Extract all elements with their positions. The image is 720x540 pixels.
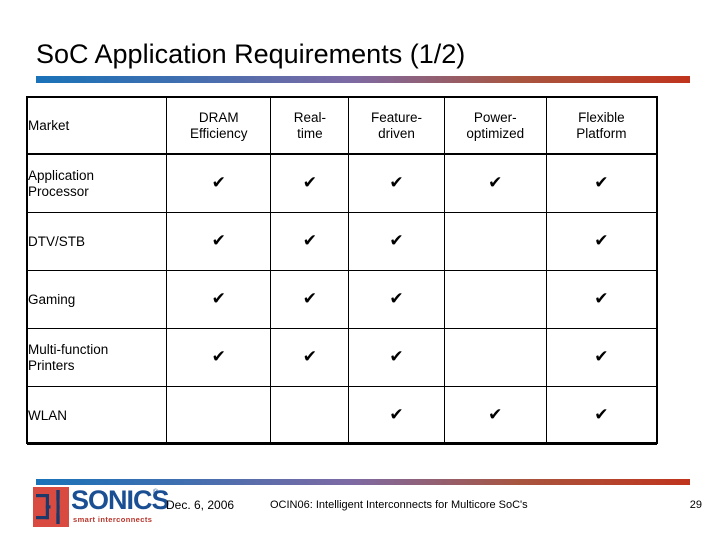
table-row: Application Processor ✔ ✔ ✔ ✔ ✔ <box>26 154 658 213</box>
footer-page-number: 29 <box>689 499 702 511</box>
check-icon: ✔ <box>594 231 609 251</box>
sonics-logo: SONICS ® smart interconnects <box>33 486 170 529</box>
check-icon: ✔ <box>594 173 609 193</box>
column-header-dram-efficiency-line1: DRAM <box>198 110 239 125</box>
row-label-gaming: Gaming <box>26 270 168 329</box>
check-icon: ✔ <box>211 231 226 251</box>
row-label-dtv-stb: DTV/STB <box>26 212 168 271</box>
registered-trademark-icon: ® <box>153 489 159 496</box>
check-icon: ✔ <box>302 289 318 309</box>
row-label-application-processor: Application Processor <box>26 154 168 213</box>
cell-multi-function-printers-real-time: ✔ <box>270 328 350 387</box>
cell-wlan-real-time <box>270 386 350 445</box>
table-header-row: Market DRAM Efficiency Real- time Featur… <box>26 97 658 155</box>
row-label-line2: Printers <box>28 357 75 373</box>
column-header-real-time: Real- time <box>270 97 350 155</box>
cell-dtv-stb-dram-efficiency: ✔ <box>166 212 272 271</box>
check-icon: ✔ <box>389 289 404 309</box>
row-label-line2: Processor <box>28 183 89 199</box>
row-label-line1: WLAN <box>28 407 68 423</box>
table-row: WLAN ✔ ✔ ✔ <box>26 386 658 445</box>
cell-dtv-stb-real-time: ✔ <box>270 212 350 271</box>
column-header-power-optimized-line1: Power- <box>473 110 517 125</box>
cell-multi-function-printers-dram-efficiency: ✔ <box>166 328 272 387</box>
cell-application-processor-flexible-platform: ✔ <box>545 154 658 213</box>
cell-dtv-stb-flexible-platform: ✔ <box>545 212 658 271</box>
table-row: Gaming ✔ ✔ ✔ ✔ <box>26 270 658 329</box>
cell-application-processor-feature-driven: ✔ <box>348 154 445 213</box>
column-header-dram-efficiency-line2: Efficiency <box>190 126 248 141</box>
check-icon: ✔ <box>302 231 318 251</box>
column-header-feature-driven: Feature- driven <box>348 97 445 155</box>
column-header-market-line1: Market <box>28 118 70 133</box>
table-row: DTV/STB ✔ ✔ ✔ ✔ <box>26 212 658 271</box>
check-icon: ✔ <box>211 173 226 193</box>
table-row: Multi-function Printers ✔ ✔ ✔ ✔ <box>26 328 658 387</box>
check-icon: ✔ <box>594 405 609 425</box>
check-icon: ✔ <box>302 347 318 367</box>
cell-gaming-power-optimized <box>443 270 547 329</box>
column-header-flexible-platform: Flexible Platform <box>545 97 658 155</box>
cell-multi-function-printers-power-optimized <box>443 328 547 387</box>
check-icon: ✔ <box>389 231 404 251</box>
column-header-real-time-line2: time <box>297 126 323 141</box>
cell-gaming-real-time: ✔ <box>270 270 350 329</box>
column-header-power-optimized-line2: optimized <box>466 126 525 141</box>
row-label-line1: Gaming <box>28 291 76 307</box>
requirements-table: Market DRAM Efficiency Real- time Featur… <box>26 97 658 445</box>
check-icon: ✔ <box>389 347 404 367</box>
column-header-feature-driven-line2: driven <box>378 126 415 141</box>
column-header-feature-driven-line1: Feature- <box>371 110 423 125</box>
sonics-tagline: smart interconnects <box>73 515 153 524</box>
cell-gaming-flexible-platform: ✔ <box>545 270 658 329</box>
title-accent-rule <box>36 76 690 83</box>
check-icon: ✔ <box>389 405 404 425</box>
cell-wlan-feature-driven: ✔ <box>348 386 445 445</box>
sonics-logo-mark-icon <box>33 487 69 527</box>
row-label-line1: DTV/STB <box>28 233 86 249</box>
cell-application-processor-power-optimized: ✔ <box>443 154 547 213</box>
check-icon: ✔ <box>488 173 503 193</box>
check-icon: ✔ <box>488 405 503 425</box>
cell-gaming-dram-efficiency: ✔ <box>166 270 272 329</box>
cell-application-processor-dram-efficiency: ✔ <box>166 154 272 213</box>
cell-wlan-power-optimized: ✔ <box>443 386 547 445</box>
row-label-wlan: WLAN <box>26 386 168 445</box>
check-icon: ✔ <box>302 173 318 193</box>
footer-date: Dec. 6, 2006 <box>166 498 235 512</box>
check-icon: ✔ <box>594 347 609 367</box>
cell-application-processor-real-time: ✔ <box>270 154 350 213</box>
row-label-line1: Multi-function <box>28 341 109 357</box>
cell-wlan-flexible-platform: ✔ <box>545 386 658 445</box>
check-icon: ✔ <box>594 289 609 309</box>
check-icon: ✔ <box>211 347 226 367</box>
check-icon: ✔ <box>389 173 404 193</box>
cell-multi-function-printers-feature-driven: ✔ <box>348 328 445 387</box>
check-icon: ✔ <box>211 289 226 309</box>
column-header-dram-efficiency: DRAM Efficiency <box>166 97 272 155</box>
column-header-flexible-platform-line1: Flexible <box>578 110 625 125</box>
cell-dtv-stb-feature-driven: ✔ <box>348 212 445 271</box>
row-label-multi-function-printers: Multi-function Printers <box>26 328 168 387</box>
cell-dtv-stb-power-optimized <box>443 212 547 271</box>
column-header-real-time-line1: Real- <box>293 110 327 125</box>
page-title: SoC Application Requirements (1/2) <box>36 39 466 69</box>
column-header-power-optimized: Power- optimized <box>443 97 547 155</box>
column-header-flexible-platform-line2: Platform <box>576 126 627 141</box>
cell-wlan-dram-efficiency <box>166 386 272 445</box>
row-label-line1: Application <box>28 167 95 183</box>
cell-multi-function-printers-flexible-platform: ✔ <box>545 328 658 387</box>
column-header-market: Market <box>26 97 168 155</box>
cell-gaming-feature-driven: ✔ <box>348 270 445 329</box>
footer-conference-title: OCIN06: Intelligent Interconnects for Mu… <box>270 499 528 511</box>
